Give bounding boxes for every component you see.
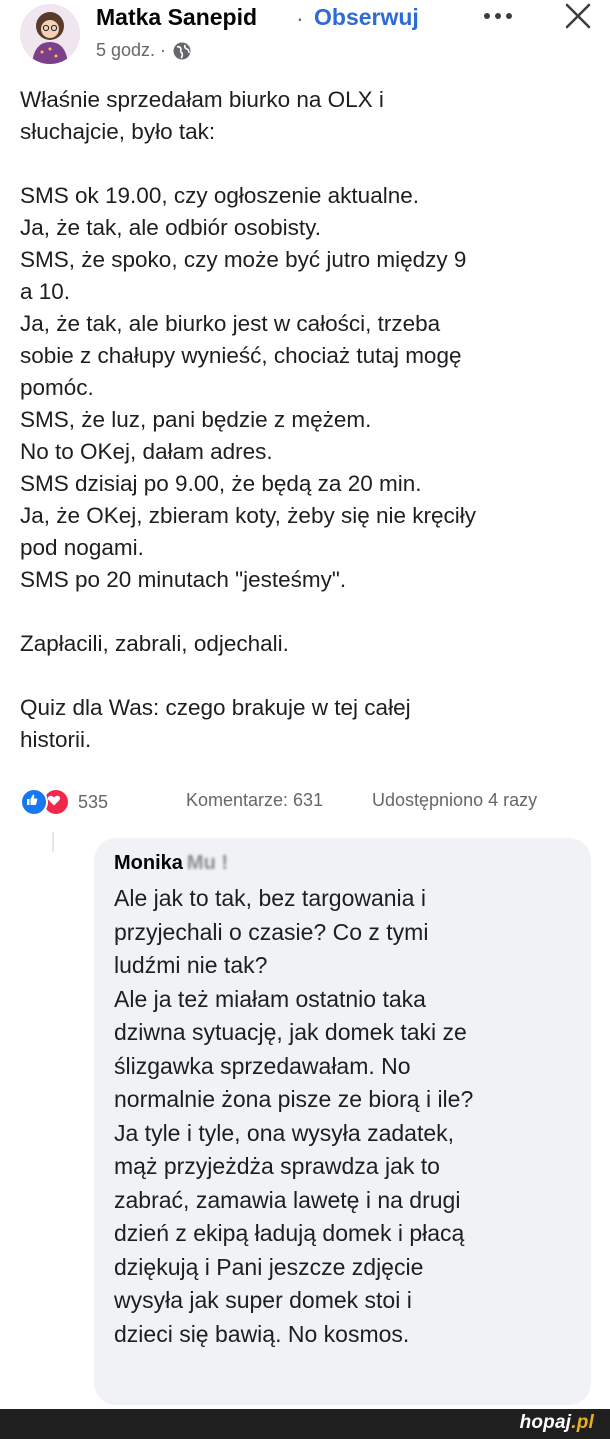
watermark-bar: hopaj.pl (0, 1409, 610, 1439)
post-line: Zapłacili, zabrali, odjechali. (20, 631, 289, 656)
author-avatar[interactable] (20, 4, 80, 64)
post-line: Quiz dla Was: czego brakuje w tej całej (20, 695, 411, 720)
post-line: SMS, że spoko, czy może być jutro między… (20, 247, 467, 272)
more-options-icon[interactable] (478, 2, 518, 30)
post-line: pod nogami. (20, 535, 144, 560)
comment-line: normalnie żona pisze ze biorą i ile? (114, 1086, 474, 1112)
comment-line: dziwna sytuację, jak domek taki ze (114, 1019, 467, 1045)
post-line: No to OKej, dałam adres. (20, 439, 273, 464)
comments-count-link[interactable]: Komentarze: 631 (186, 790, 323, 811)
post-line: Ja, że OKej, zbieram koty, żeby się nie … (20, 503, 476, 528)
post-line: SMS, że luz, pani będzie z mężem. (20, 407, 372, 432)
globe-icon (172, 41, 192, 61)
comment-line: Ale jak to tak, bez targowania i (114, 885, 426, 911)
post-line: SMS dzisiaj po 9.00, że będą za 20 min. (20, 471, 422, 496)
comment-line: dzieci się bawią. No kosmos. (114, 1320, 410, 1347)
post-text: Właśnie sprzedałam biurko na OLX i słuch… (20, 84, 595, 756)
comment-line: ślizgawka sprzedawałam. No (114, 1052, 411, 1079)
post-line: Właśnie sprzedałam biurko na OLX i (20, 87, 384, 112)
comment-line: wysyła jak super domek stoi i (114, 1287, 412, 1313)
comment-thread-line (52, 832, 54, 852)
comment-line: Ale ja też miałam ostatnio taka (114, 985, 426, 1012)
post-line: Ja, że tak, ale biurko jest w całości, t… (20, 311, 441, 336)
like-reaction-icon (20, 788, 48, 816)
post-line: SMS ok 19.00, czy ogłoszenie aktualne. (20, 183, 419, 208)
comment-author-first-name: Monika (114, 852, 183, 874)
comment-line: ludźmi nie tak? (114, 952, 268, 978)
post-header: Matka Sanepid · Obserwuj 5 godz. · (0, 0, 610, 80)
post-line: Ja, że tak, ale odbiór osobisty. (20, 215, 321, 240)
follow-button[interactable]: Obserwuj (314, 4, 419, 31)
post-line: historii. (20, 727, 92, 752)
comment-line: Ja tyle i tyle, ona wysyła zadatek, (114, 1119, 455, 1146)
close-icon[interactable] (562, 0, 594, 32)
comment-author-name[interactable]: Monika Mu ! (114, 852, 228, 875)
comment-line: zabrać, zamawia lawetę i na drugi (114, 1186, 461, 1213)
post-line: pomóc. (20, 375, 94, 400)
comment-line: mąż przyjeżdża sprawdza jak to (114, 1153, 440, 1179)
avatar-illustration-icon (20, 4, 80, 64)
comment-line: dzień z ekipą ładują domek i płacą (114, 1220, 465, 1246)
comment-bubble: Monika Mu ! Ale jak to tak, bez targowani… (94, 838, 591, 1405)
post-timestamp[interactable]: 5 godz. · (96, 40, 166, 61)
comment-line: przyjechali o czasie? Co z tymi (114, 918, 429, 945)
post-line: słuchajcie, było tak: (20, 119, 216, 144)
post-line: SMS po 20 minutach "jesteśmy". (20, 567, 347, 592)
shares-count-link[interactable]: Udostępniono 4 razy (372, 790, 537, 811)
watermark-logo: hopaj.pl (519, 1412, 594, 1433)
post-author-name[interactable]: Matka Sanepid (96, 4, 257, 31)
post-meta: 5 godz. · (96, 40, 192, 61)
post-line: sobie z chałupy wynieść, chociaż tutaj m… (20, 343, 462, 368)
post-stats: 535 Komentarze: 631 Udostępniono 4 razy (20, 786, 595, 816)
header-separator: · (296, 5, 304, 31)
comment-author-blurred-surname: Mu ! (186, 852, 228, 874)
post-line: a 10. (20, 279, 71, 304)
comment-line: dziękują i Pani jeszcze zdjęcie (114, 1253, 424, 1280)
reaction-count: 535 (78, 791, 109, 812)
comment-text: Ale jak to tak, bez targowania i przyjec… (114, 882, 584, 1351)
reactions-summary[interactable]: 535 (20, 788, 108, 816)
